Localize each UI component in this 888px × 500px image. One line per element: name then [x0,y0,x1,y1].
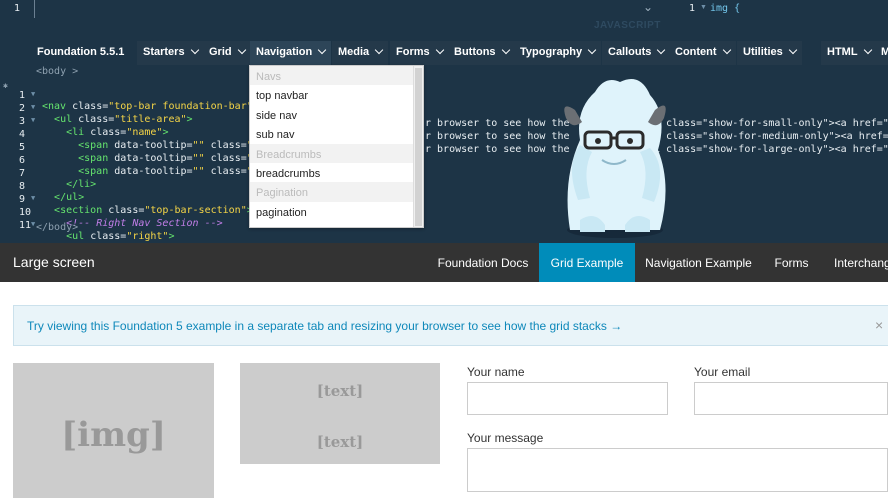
chevron-down-icon [374,45,384,55]
code-line[interactable]: 2 ▼ <ul class="title-area"> [0,92,888,125]
text-placeholder: [text] [316,382,364,400]
yeti-mascot-icon [564,78,666,238]
chevron-down-icon [190,45,199,55]
chevron-down-icon [435,45,444,55]
alert-link[interactable]: Try viewing this Foundation 5 example in… [27,319,622,333]
message-textarea[interactable] [467,448,888,492]
menu-forms[interactable]: Forms [390,41,449,65]
text-placeholder-block: [text] [text] [240,363,440,464]
name-label: Your name [467,365,525,379]
menu-content[interactable]: Content [669,41,736,65]
chevron-down-icon [722,45,731,55]
nav-link-navigation-example[interactable]: Navigation Example [635,243,762,282]
code-line[interactable]: 1 ▼ <nav class="top-bar foundation-bar" [0,79,888,112]
dropdown-item-pagination[interactable]: pagination [250,202,423,221]
foundation-editor-screen: 1 ⌄ JAVASCRIPT 1 ▼ img { Foundation 5.5.… [0,0,888,500]
dropdown-item-side-nav[interactable]: side nav [250,105,423,124]
menu-media[interactable]: Media [332,41,389,65]
menu-utilities[interactable]: Utilities [737,41,802,65]
code-fragment: h1 class="show-for-medium-only"><a href=… [648,131,888,142]
chevron-down-icon [657,45,666,55]
dropdown-scrollbar[interactable] [413,66,423,227]
menu-typography[interactable]: Typography [514,41,602,65]
dropdown-item-sub-nav[interactable]: sub nav [250,124,423,143]
page-title[interactable]: Large screen [13,254,95,270]
message-label: Your message [467,431,544,445]
code-line[interactable]: 10 <!-- Right Nav Section --> [0,196,888,229]
chevron-down-icon [317,45,327,55]
collapse-chevron-icon[interactable]: ⌄ [643,0,653,14]
chevron-down-icon [237,45,246,55]
code-line[interactable]: 11 ▼ <ul class="right"> [0,209,888,242]
menu-callouts[interactable]: Callouts [602,41,671,65]
code-line[interactable]: 9▼ <section class="top-bar-section"> [0,183,888,216]
alert-box: Try viewing this Foundation 5 example in… [13,305,888,346]
menu-more[interactable]: M [876,41,888,65]
email-input[interactable] [694,382,888,415]
menu-buttons[interactable]: Buttons [448,41,515,65]
code-line[interactable]: 3 ▼ <li class="name"> [0,105,888,138]
chevron-down-icon [863,45,872,55]
nav-link-interchange[interactable]: Interchange [821,243,888,282]
panel-label: JAVASCRIPT [594,20,661,31]
name-input[interactable] [467,382,668,415]
menu-grid[interactable]: Grid [203,41,251,65]
code-line[interactable]: 8 </ul> [0,170,888,203]
chevron-down-icon [501,45,510,55]
menu-navigation[interactable]: Navigation [250,41,332,65]
css-code-line[interactable]: img { [710,3,740,14]
code-fragment: h1 class="show-for-large-only"><a href="… [648,144,888,155]
snippet-menubar: Foundation 5.5.1 Starters Grid Navigatio… [0,41,888,65]
nav-link-grid-example[interactable]: Grid Example [539,243,635,282]
code-editor[interactable]: ✱ <body > 1 ▼ <nav class="top-bar foundat… [0,65,888,243]
preview-page: Try viewing this Foundation 5 example in… [0,282,888,500]
text-placeholder: [text] [316,433,364,451]
dropdown-item-breadcrumbs[interactable]: breadcrumbs [250,163,423,182]
gutter-divider [34,0,35,18]
code-line[interactable]: 7 </li> [0,157,888,190]
scrollbar-thumb[interactable] [415,68,422,226]
code-fragment: h1 class="show-for-small-only"><a href="… [648,118,888,129]
nav-link-foundation-docs[interactable]: Foundation Docs [427,243,539,282]
dropdown-header-pagination: Pagination [250,182,423,202]
menu-html[interactable]: HTML [821,41,877,65]
html-editor-header: 1 ⌄ JAVASCRIPT 1 ▼ img { [0,0,888,33]
dropdown-header-breadcrumbs: Breadcrumbs [250,143,423,163]
line-number: 1 [14,3,21,14]
dropdown-item-top-navbar[interactable]: top navbar [250,85,423,104]
navigation-dropdown: Navs top navbar side nav sub nav Breadcr… [249,65,424,228]
breadcrumb: <body > [36,66,79,77]
preview-top-bar: Large screen Foundation Docs Grid Exampl… [0,243,888,282]
chevron-down-icon [788,45,797,55]
image-placeholder: [img] [13,363,214,498]
dropdown-header-navs: Navs [250,66,423,86]
chevron-down-icon [587,45,597,55]
close-icon[interactable]: × [875,317,883,333]
css-line-number: 1 [689,3,696,14]
nav-link-forms[interactable]: Forms [762,243,821,282]
menu-starters[interactable]: Starters [137,41,204,65]
fold-caret-icon[interactable]: ▼ [700,4,707,11]
breadcrumb-end: </body> [36,222,79,233]
menubar-title: Foundation 5.5.1 [37,46,125,58]
email-label: Your email [694,365,751,379]
